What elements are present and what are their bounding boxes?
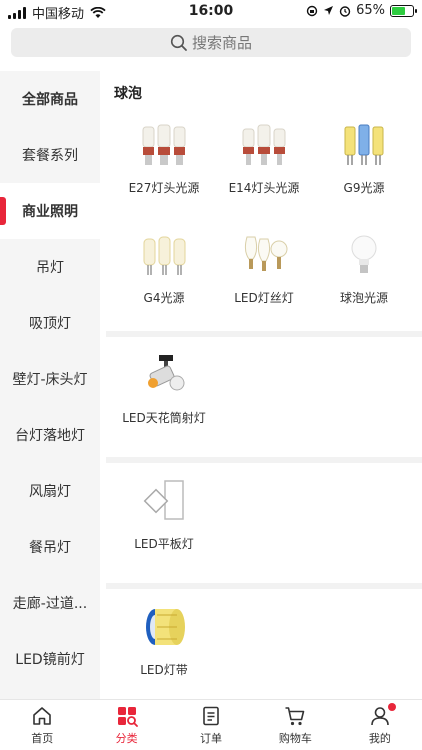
track-light-icon	[134, 349, 194, 403]
tab-label: 我的	[368, 732, 391, 745]
product-tile[interactable]: LED灯丝灯	[214, 229, 314, 306]
battery-percent: 65%	[356, 3, 385, 18]
sidebar-item-fan[interactable]: 风扇灯	[0, 463, 100, 519]
tab-category[interactable]: 分类	[84, 700, 168, 750]
product-label: LED天花筒射灯	[122, 411, 206, 425]
tab-cart[interactable]: 购物车	[253, 700, 337, 750]
section-title: 球泡	[114, 86, 142, 102]
filament-bulb-icon	[234, 229, 294, 283]
sidebar-item-all[interactable]: 全部商品	[0, 71, 100, 127]
search-placeholder: 搜索商品	[191, 34, 252, 52]
product-label: LED平板灯	[134, 537, 194, 551]
product-tile[interactable]: LED灯带	[114, 601, 214, 678]
home-icon	[33, 707, 52, 725]
product-label: LED灯带	[140, 663, 188, 677]
sidebar-item-ceiling[interactable]: 吸顶灯	[0, 295, 100, 351]
tab-orders[interactable]: 订单	[169, 700, 253, 750]
product-tile[interactable]: E27灯头光源	[114, 119, 214, 196]
product-tile[interactable]: 球泡光源	[314, 229, 414, 306]
product-tile[interactable]: LED天花筒射灯	[114, 349, 214, 426]
search-icon	[170, 34, 187, 51]
alarm-icon	[339, 5, 351, 17]
search-input[interactable]: 搜索商品	[11, 28, 411, 57]
category-content: 球泡 E27灯头光源 E14灯头光源 G9光源 G4光源 LED灯丝灯 球泡光源…	[106, 71, 422, 699]
location-icon	[324, 6, 334, 15]
product-tile[interactable]: LED平板灯	[114, 475, 214, 552]
product-label: G9光源	[343, 181, 385, 195]
notification-dot	[388, 703, 397, 711]
sidebar-item-corridor[interactable]: 走廊-过道...	[0, 575, 100, 631]
sidebar-item-commercial-lighting[interactable]: 商业照明	[0, 183, 100, 239]
orientation-lock-icon	[306, 5, 318, 16]
status-bar: 中国移动 16:00 65%	[0, 0, 422, 22]
corn-bulb-red-icon	[134, 119, 194, 173]
tab-label: 购物车	[278, 732, 312, 745]
tab-label: 首页	[31, 732, 54, 745]
tab-home[interactable]: 首页	[0, 700, 84, 750]
g4-bulb-icon	[134, 229, 194, 283]
section-card: LED天花筒射灯	[106, 337, 422, 457]
sidebar-item-mirror[interactable]: LED镜前灯	[0, 631, 100, 687]
sidebar-item-wall[interactable]: 壁灯-床头灯	[0, 351, 100, 407]
sidebar-item-table-floor[interactable]: 台灯落地灯	[0, 407, 100, 463]
sidebar-item-packages[interactable]: 套餐系列	[0, 127, 100, 183]
sidebar-item-dining[interactable]: 餐吊灯	[0, 519, 100, 575]
panel-light-icon	[134, 475, 194, 529]
g9-bulb-icon	[334, 119, 394, 173]
product-tile[interactable]: E14灯头光源	[214, 119, 314, 196]
product-label: G4光源	[143, 291, 185, 305]
section-card: LED灯带	[106, 589, 422, 699]
tab-label: 订单	[200, 732, 223, 745]
product-label: 球泡光源	[339, 291, 388, 305]
tab-label: 分类	[115, 732, 138, 745]
corn-bulb-red-icon	[234, 119, 294, 173]
tab-me[interactable]: 我的	[338, 700, 422, 750]
product-tile[interactable]: G4光源	[114, 229, 214, 306]
category-sidebar: 全部商品 套餐系列 商业照明 吊灯 吸顶灯 壁灯-床头灯 台灯落地灯 风扇灯 餐…	[0, 71, 100, 699]
sidebar-item-pendant[interactable]: 吊灯	[0, 239, 100, 295]
battery-icon	[390, 4, 417, 17]
product-label: E14灯头光源	[228, 181, 300, 195]
led-strip-icon	[134, 601, 194, 655]
status-right: 65%	[306, 3, 417, 18]
bottom-tab-bar: 首页 分类 订单 购物车 我的	[0, 699, 422, 750]
product-label: E27灯头光源	[128, 181, 200, 195]
globe-bulb-icon	[334, 229, 394, 283]
cart-icon	[285, 707, 305, 726]
product-label: LED灯丝灯	[234, 291, 294, 305]
category-icon	[117, 707, 138, 727]
product-tile[interactable]: G9光源	[314, 119, 414, 196]
section-card: LED平板灯	[106, 463, 422, 583]
order-icon	[203, 706, 219, 726]
section-card: 球泡 E27灯头光源 E14灯头光源 G9光源 G4光源 LED灯丝灯 球泡光源	[106, 71, 422, 331]
